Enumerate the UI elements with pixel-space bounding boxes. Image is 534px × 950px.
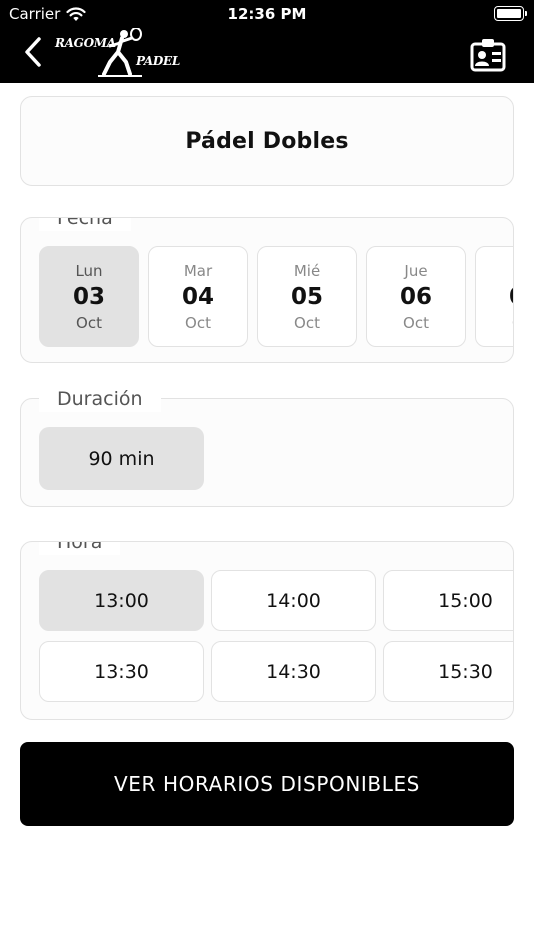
time-slot-grid: 13:00 14:00 15:00 13:30 14:30 15:30 bbox=[39, 570, 513, 702]
padel-player-icon bbox=[98, 28, 142, 77]
activity-title: Pádel Dobles bbox=[185, 128, 349, 154]
time-slot[interactable]: 14:00 bbox=[211, 570, 376, 631]
date-section: Fecha Lun03OctMar04OctMié05OctJue06OctVi… bbox=[20, 217, 514, 363]
app-header: Carrier 12:36 PM RAGOMA PADEL bbox=[0, 0, 534, 83]
time-slot[interactable]: 13:00 bbox=[39, 570, 204, 631]
date-option[interactable]: Jue 06 Oct bbox=[366, 246, 466, 347]
date-month: Oct bbox=[403, 313, 429, 332]
date-day: 04 bbox=[181, 283, 214, 310]
logo-text-bottom: PADEL bbox=[136, 54, 180, 68]
date-day: 05 bbox=[290, 283, 323, 310]
date-month: Oct bbox=[76, 313, 102, 332]
battery-icon bbox=[494, 6, 527, 21]
date-month: Oct bbox=[512, 314, 513, 332]
date-weekday: Vie bbox=[513, 262, 514, 280]
date-weekday: Mié bbox=[293, 261, 321, 280]
date-month: Oct bbox=[185, 313, 211, 332]
duration-option[interactable]: 90 min bbox=[39, 427, 204, 490]
duration-section: Duración 90 min bbox=[20, 386, 514, 507]
status-time: 12:36 PM bbox=[227, 5, 307, 23]
date-day: 06 bbox=[399, 283, 432, 310]
chevron-left-icon bbox=[25, 37, 41, 67]
time-slot[interactable]: 14:30 bbox=[211, 641, 376, 702]
time-section: Hora 13:00 14:00 15:00 13:30 14:30 15:30 bbox=[20, 541, 514, 720]
app-logo: RAGOMA PADEL bbox=[52, 28, 182, 80]
date-option[interactable]: Mar 04 Oct bbox=[148, 246, 248, 347]
date-weekday: Mar bbox=[183, 261, 213, 280]
profile-card-button[interactable] bbox=[470, 38, 506, 72]
date-option[interactable]: Vie 07 Oct bbox=[475, 246, 514, 347]
see-available-times-button[interactable]: VER HORARIOS DISPONIBLES bbox=[20, 742, 514, 826]
date-option[interactable]: Lun 03 Oct bbox=[39, 246, 139, 347]
date-option[interactable]: Mié 05 Oct bbox=[257, 246, 357, 347]
time-slot[interactable]: 15:30 bbox=[383, 641, 513, 702]
date-month: Oct bbox=[294, 313, 320, 332]
contact-card-icon bbox=[470, 39, 506, 72]
time-slot[interactable]: 13:30 bbox=[39, 641, 204, 702]
date-picker-row[interactable]: Lun 03 Oct Mar 04 Oct Mié 05 Oct Jue 06 Oct Vie 07 Oct bbox=[39, 246, 514, 347]
time-section-label: Hora bbox=[39, 542, 121, 555]
duration-section-label: Duración bbox=[39, 386, 161, 412]
date-day: 03 bbox=[72, 283, 105, 310]
activity-title-card: Pádel Dobles bbox=[20, 96, 514, 186]
date-section-label: Fecha bbox=[39, 218, 131, 231]
date-day: 07 bbox=[509, 284, 513, 310]
date-weekday: Jue bbox=[404, 261, 428, 280]
date-weekday: Lun bbox=[75, 261, 103, 280]
back-button[interactable] bbox=[18, 34, 48, 70]
time-slot[interactable]: 15:00 bbox=[383, 570, 513, 631]
